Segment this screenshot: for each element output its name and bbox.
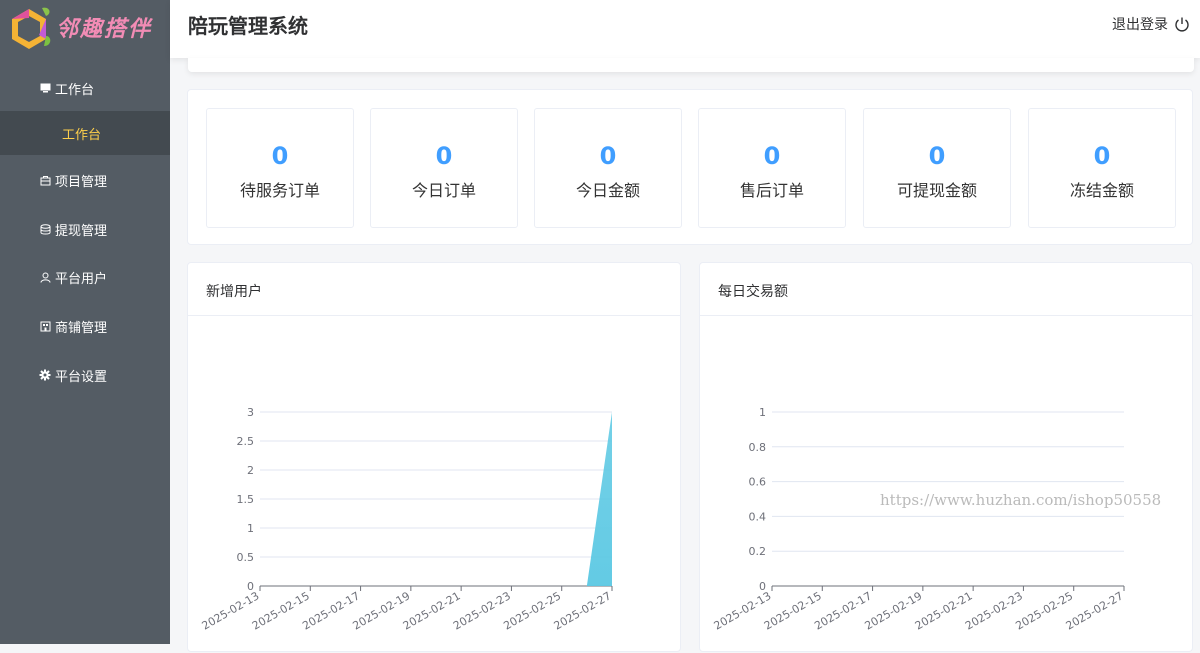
sidebar-item-withdrawals[interactable]: 提现管理 xyxy=(0,207,170,251)
sidebar-item-label: 平台设置 xyxy=(55,369,108,385)
page-title: 陪玩管理系统 xyxy=(188,14,308,38)
stat-card-today-amount[interactable]: 0 今日金额 xyxy=(534,108,682,228)
gear-icon xyxy=(39,369,51,381)
sidebar-item-label: 项目管理 xyxy=(55,174,108,190)
stat-label: 可提现金额 xyxy=(896,181,977,200)
y-tick-label: 2.5 xyxy=(237,435,255,448)
stat-value: 0 xyxy=(1093,142,1111,170)
stat-card-aftersale-orders[interactable]: 0 售后订单 xyxy=(698,108,846,228)
y-tick-label: 1 xyxy=(759,406,766,419)
stat-value: 0 xyxy=(763,142,781,170)
stat-card-withdrawable-amount[interactable]: 0 可提现金额 xyxy=(863,108,1011,228)
y-tick-label: 0.6 xyxy=(749,476,767,489)
stat-label: 待服务订单 xyxy=(239,181,320,200)
sidebar-item-label: 工作台 xyxy=(55,82,95,98)
stat-card-pending-orders[interactable]: 0 待服务订单 xyxy=(206,108,354,228)
stat-value: 0 xyxy=(599,142,617,170)
y-tick-label: 0.2 xyxy=(749,545,767,558)
new-users-chart: 00.511.522.532025-02-132025-02-152025-02… xyxy=(200,406,614,633)
stat-label: 今日订单 xyxy=(411,181,476,200)
stats-panel: 0 待服务订单 0 今日订单 0 今日金额 0 售后订单 0 可提现金额 0 冻… xyxy=(187,89,1193,245)
watermark: https://www.huzhan.com/ishop50558 xyxy=(880,491,1162,509)
stat-label: 冻结金额 xyxy=(1069,181,1134,200)
sidebar-subitem-dashboard[interactable]: 工作台 xyxy=(0,111,170,155)
panel-title: 每日交易额 xyxy=(700,263,1192,316)
x-tick-label: 2025-02-27 xyxy=(552,589,614,632)
bag-icon xyxy=(39,174,51,186)
sidebar-item-label: 提现管理 xyxy=(55,223,108,239)
logo-icon xyxy=(12,7,51,49)
daily-trade-chart: 00.20.40.60.812025-02-132025-02-152025-0… xyxy=(712,406,1126,633)
monitor-icon xyxy=(39,82,51,94)
y-tick-label: 0.4 xyxy=(749,510,767,523)
header: 陪玩管理系统 退出登录 xyxy=(170,0,1200,58)
daily-trade-panel: 每日交易额 0 0.2 0.4 0.6 0.8 1 2025-02-13 2025-02-15… xyxy=(699,262,1193,652)
y-tick-label: 3 xyxy=(247,406,254,419)
stat-value: 0 xyxy=(271,142,289,170)
stat-card-frozen-amount[interactable]: 0 冻结金额 xyxy=(1028,108,1176,228)
power-icon xyxy=(1175,17,1189,32)
user-icon xyxy=(39,271,51,283)
stat-value: 0 xyxy=(435,142,453,170)
sidebar-item-dashboard[interactable]: 工作台 xyxy=(0,66,170,110)
y-tick-label: 1 xyxy=(247,522,254,535)
y-tick-label: 0.5 xyxy=(237,551,255,564)
sidebar-item-users[interactable]: 平台用户 xyxy=(0,255,170,299)
stat-value: 0 xyxy=(928,142,946,170)
logo-text: 邻趣搭伴 xyxy=(56,16,153,42)
database-icon xyxy=(39,223,51,235)
sidebar-item-shops[interactable]: 商铺管理 xyxy=(0,304,170,348)
y-tick-label: 2 xyxy=(247,464,254,477)
logo: 邻趣搭伴 xyxy=(0,0,170,58)
stat-card-today-orders[interactable]: 0 今日订单 xyxy=(370,108,518,228)
logout-label: 退出登录 xyxy=(1112,17,1168,33)
x-tick-label: 2025-02-27 xyxy=(1064,589,1126,632)
shop-icon xyxy=(39,320,51,332)
new-users-panel: 新增用户 0 0.5 1 1.5 2 2.5 3 2025-02-13 2025-02-15 20… xyxy=(187,262,681,652)
sidebar-item-label: 平台用户 xyxy=(55,271,108,287)
sidebar-item-label: 工作台 xyxy=(62,127,102,143)
sidebar-item-settings[interactable]: 平台设置 xyxy=(0,353,170,397)
logout-button[interactable]: 退出登录 xyxy=(1112,14,1190,34)
stat-label: 今日金额 xyxy=(575,181,640,200)
sidebar-item-label: 商铺管理 xyxy=(55,320,108,336)
panel-title: 新增用户 xyxy=(188,263,680,316)
sidebar: 邻趣搭伴 工作台 工作台 项目管理 提现管理 平台用户 商铺管理 平台设置 xyxy=(0,0,170,644)
y-tick-label: 1.5 xyxy=(237,493,255,506)
sidebar-item-projects[interactable]: 项目管理 xyxy=(0,158,170,202)
y-tick-label: 0.8 xyxy=(749,441,767,454)
collapsed-panel-strip xyxy=(188,58,1194,72)
stat-label: 售后订单 xyxy=(739,181,804,200)
